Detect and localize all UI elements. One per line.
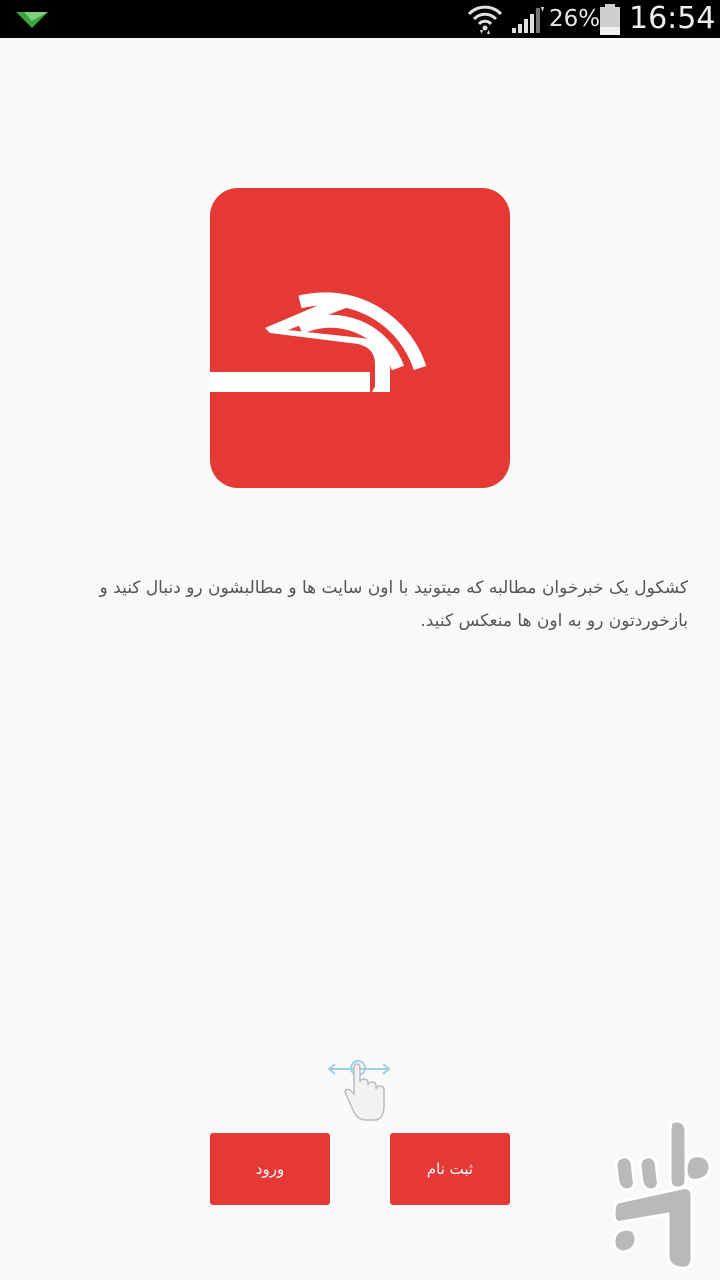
cellular-signal-icon [512, 7, 544, 33]
wifi-icon [467, 5, 503, 34]
swipe-hand-icon [327, 1060, 391, 1121]
notification-plane-icon [16, 12, 48, 28]
clock: 16:54 [629, 1, 716, 36]
app-logo [210, 188, 510, 488]
battery-icon [600, 4, 620, 35]
register-button[interactable]: ثبت نام [390, 1133, 510, 1205]
app-description: کشکول یک خبرخوان مطالبه که میتونید با او… [99, 578, 688, 631]
login-button[interactable]: ورود [210, 1133, 330, 1205]
bazaar-watermark-icon [612, 1119, 712, 1270]
status-bar: 26% 16:54 [0, 0, 720, 38]
kashkool-logo-icon [210, 188, 510, 488]
battery-percent: 26% [549, 6, 601, 32]
